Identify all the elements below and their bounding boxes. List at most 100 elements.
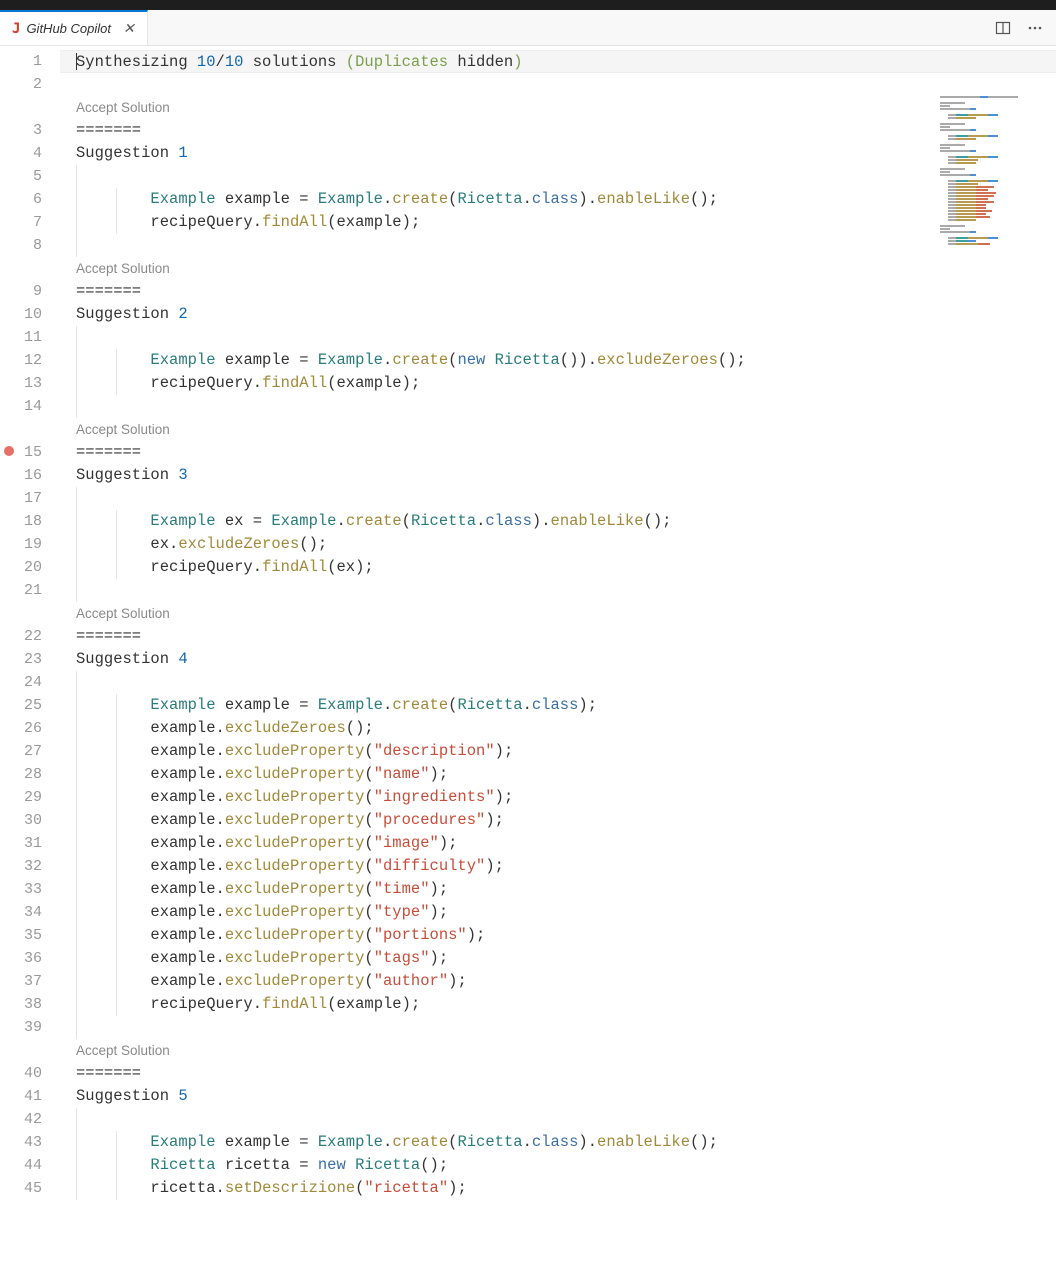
code-line: example.excludeProperty("description"); <box>60 740 1056 763</box>
blank-line <box>60 671 1056 694</box>
line-number: 7 <box>0 211 60 234</box>
blank-line <box>60 487 1056 510</box>
code-line: example.excludeProperty("author"); <box>60 970 1056 993</box>
separator: ======= <box>60 1062 1056 1085</box>
line-number-gutter: 1234567891011121314151617181920212223242… <box>0 46 60 1262</box>
line-number: 6 <box>0 188 60 211</box>
line-number: 15 <box>0 441 60 464</box>
blank-line <box>60 1016 1056 1039</box>
line-number: 18 <box>0 510 60 533</box>
tab-actions <box>992 10 1056 45</box>
line-number: 31 <box>0 832 60 855</box>
separator: ======= <box>60 119 1056 142</box>
line-number: 37 <box>0 970 60 993</box>
line-number: 45 <box>0 1177 60 1200</box>
accept-solution-link[interactable]: Accept Solution <box>60 96 1056 119</box>
blank-line <box>60 234 1056 257</box>
line-number: 38 <box>0 993 60 1016</box>
code-line: example.excludeProperty("image"); <box>60 832 1056 855</box>
separator: ======= <box>60 441 1056 464</box>
code-line: recipeQuery.findAll(example); <box>60 993 1056 1016</box>
line-number: 32 <box>0 855 60 878</box>
line-number: 29 <box>0 786 60 809</box>
line-number: 19 <box>0 533 60 556</box>
line-number: 30 <box>0 809 60 832</box>
close-icon[interactable]: ✕ <box>123 20 135 37</box>
blank-line <box>60 73 1056 96</box>
code-line: recipeQuery.findAll(ex); <box>60 556 1056 579</box>
tab-title: GitHub Copilot <box>26 21 111 36</box>
accept-solution-link[interactable]: Accept Solution <box>60 1039 1056 1062</box>
accept-solution-link[interactable]: Accept Solution <box>60 418 1056 441</box>
line-number: 42 <box>0 1108 60 1131</box>
suggestion-header: Suggestion 4 <box>60 648 1056 671</box>
blank-line <box>60 1108 1056 1131</box>
tab-bar: J GitHub Copilot ✕ <box>0 10 1056 46</box>
code-line: example.excludeProperty("portions"); <box>60 924 1056 947</box>
code-line: example.excludeProperty("procedures"); <box>60 809 1056 832</box>
breakpoint-icon[interactable] <box>4 446 14 456</box>
line-number: 25 <box>0 694 60 717</box>
code-line: recipeQuery.findAll(example); <box>60 372 1056 395</box>
line-number: 5 <box>0 165 60 188</box>
code-line: example.excludeProperty("time"); <box>60 878 1056 901</box>
line-number <box>0 1039 60 1062</box>
code-line: example.excludeProperty("tags"); <box>60 947 1056 970</box>
line-number: 8 <box>0 234 60 257</box>
minimap[interactable] <box>940 96 1050 266</box>
separator: ======= <box>60 625 1056 648</box>
line-number: 24 <box>0 671 60 694</box>
tab-github-copilot[interactable]: J GitHub Copilot ✕ <box>0 10 148 45</box>
code-area[interactable]: Synthesizing 10/10 solutions (Duplicates… <box>60 46 1056 1262</box>
line-number: 12 <box>0 349 60 372</box>
code-line: Example ex = Example.create(Ricetta.clas… <box>60 510 1056 533</box>
suggestion-header: Suggestion 1 <box>60 142 1056 165</box>
line-number: 40 <box>0 1062 60 1085</box>
more-icon[interactable] <box>1024 17 1046 39</box>
line-number: 33 <box>0 878 60 901</box>
line-number: 41 <box>0 1085 60 1108</box>
synthesis-status: Synthesizing 10/10 solutions (Duplicates… <box>60 50 1056 73</box>
line-number: 14 <box>0 395 60 418</box>
code-line: ricetta.setDescrizione("ricetta"); <box>60 1177 1056 1200</box>
line-number: 4 <box>0 142 60 165</box>
code-line: Example example = Example.create(Ricetta… <box>60 1131 1056 1154</box>
line-number: 39 <box>0 1016 60 1039</box>
blank-line <box>60 165 1056 188</box>
line-number <box>0 257 60 280</box>
code-line: example.excludeProperty("type"); <box>60 901 1056 924</box>
line-number: 22 <box>0 625 60 648</box>
editor[interactable]: 1234567891011121314151617181920212223242… <box>0 46 1056 1262</box>
code-line: example.excludeProperty("difficulty"); <box>60 855 1056 878</box>
title-bar-strip <box>0 0 1056 10</box>
code-line: Example example = Example.create(Ricetta… <box>60 694 1056 717</box>
code-line: Example example = Example.create(Ricetta… <box>60 188 1056 211</box>
line-number: 20 <box>0 556 60 579</box>
split-editor-icon[interactable] <box>992 17 1014 39</box>
line-number: 35 <box>0 924 60 947</box>
line-number: 17 <box>0 487 60 510</box>
suggestion-header: Suggestion 5 <box>60 1085 1056 1108</box>
accept-solution-link[interactable]: Accept Solution <box>60 602 1056 625</box>
line-number: 28 <box>0 763 60 786</box>
line-number <box>0 602 60 625</box>
line-number <box>0 418 60 441</box>
line-number: 27 <box>0 740 60 763</box>
code-line: example.excludeZeroes(); <box>60 717 1056 740</box>
code-line: example.excludeProperty("name"); <box>60 763 1056 786</box>
blank-line <box>60 579 1056 602</box>
line-number: 34 <box>0 901 60 924</box>
code-line: Ricetta ricetta = new Ricetta(); <box>60 1154 1056 1177</box>
code-line: example.excludeProperty("ingredients"); <box>60 786 1056 809</box>
blank-line <box>60 395 1056 418</box>
line-number: 23 <box>0 648 60 671</box>
blank-line <box>60 326 1056 349</box>
line-number: 44 <box>0 1154 60 1177</box>
suggestion-header: Suggestion 2 <box>60 303 1056 326</box>
line-number <box>0 96 60 119</box>
line-number: 3 <box>0 119 60 142</box>
java-file-icon: J <box>12 21 20 37</box>
accept-solution-link[interactable]: Accept Solution <box>60 257 1056 280</box>
line-number: 9 <box>0 280 60 303</box>
code-line: ex.excludeZeroes(); <box>60 533 1056 556</box>
